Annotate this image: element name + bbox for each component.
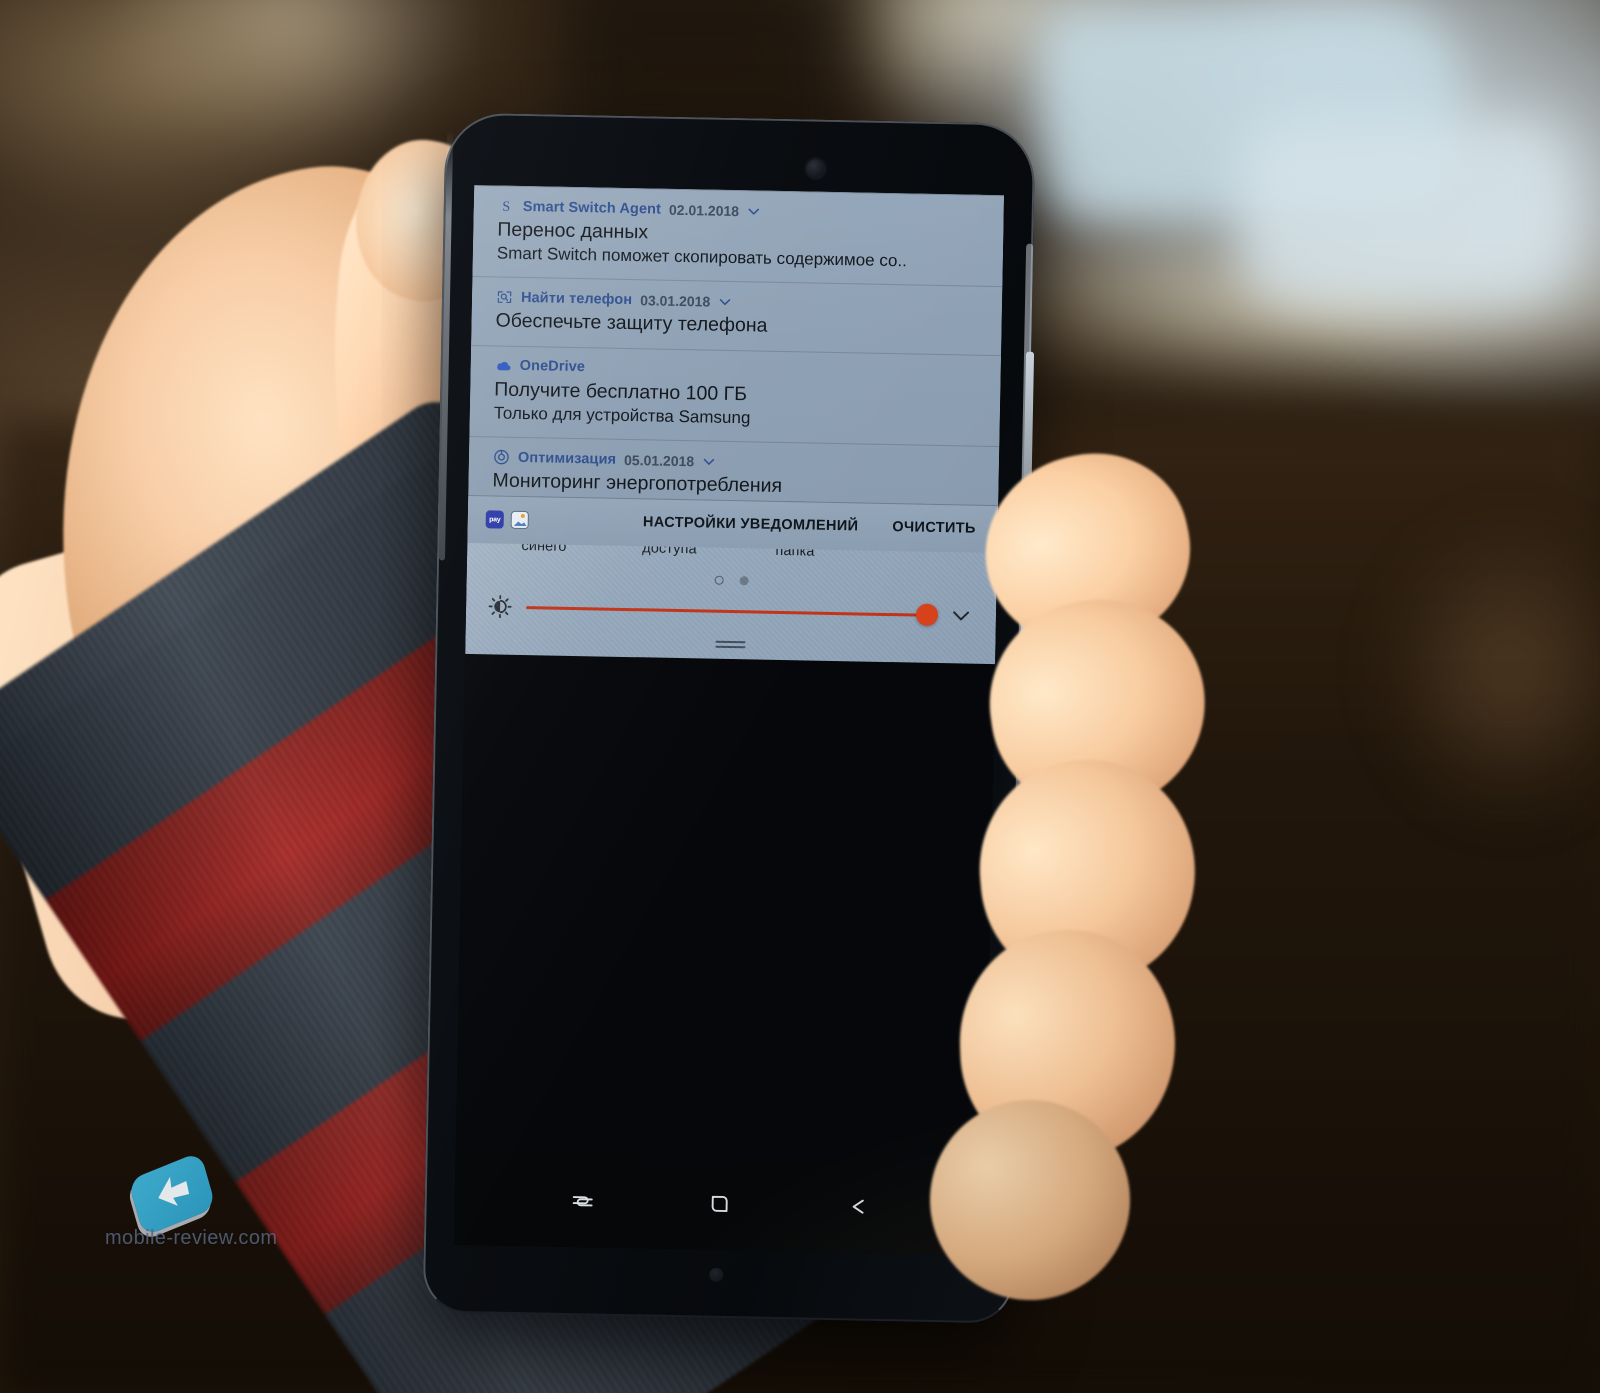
optimization-icon bbox=[493, 449, 510, 466]
phone-device: 2:49 | Сб, 6 января bbox=[422, 112, 1036, 1324]
chevron-down-icon[interactable] bbox=[718, 295, 732, 309]
handle-lines bbox=[715, 640, 746, 652]
notification-action-bar: pay НАСТРОЙКИ УВЕДОМЛЕНИЙ ОЧИСТИТЬ bbox=[467, 494, 999, 553]
background-window-right bbox=[1240, 120, 1570, 300]
navigation-bar bbox=[453, 1152, 986, 1255]
brightness-icon bbox=[488, 594, 512, 619]
notification-item[interactable]: Найти телефон 03.01.2018 Обеспечьте защи… bbox=[471, 276, 1003, 355]
clear-all-button[interactable]: ОЧИСТИТЬ bbox=[892, 519, 976, 537]
page-dot-2[interactable] bbox=[739, 576, 749, 586]
find-phone-icon bbox=[496, 289, 513, 306]
notification-date: 05.01.2018 bbox=[623, 451, 695, 470]
onedrive-icon bbox=[495, 357, 512, 374]
notification-item[interactable]: OneDrive Получите бесплатно 100 ГБ Тольк… bbox=[469, 344, 1002, 447]
phone-screen: 2:49 | Сб, 6 января bbox=[453, 185, 1005, 1255]
gallery-icon[interactable] bbox=[510, 510, 529, 530]
smart-switch-icon: S bbox=[498, 197, 515, 215]
notification-title: Обеспечьте защиту телефона bbox=[495, 309, 768, 338]
back-icon[interactable] bbox=[839, 1189, 874, 1224]
chevron-down-icon[interactable] bbox=[747, 204, 761, 218]
svg-text:S: S bbox=[502, 199, 510, 215]
chevron-down-icon[interactable] bbox=[950, 604, 972, 626]
notification-app-name: Найти телефон bbox=[520, 289, 633, 309]
watermark: mobile-review.com bbox=[105, 1151, 335, 1285]
photo-scene: 2:49 | Сб, 6 января bbox=[0, 0, 1600, 1393]
notification-settings-button[interactable]: НАСТРОЙКИ УВЕДОМЛЕНИЙ bbox=[643, 515, 859, 535]
chevron-down-icon[interactable] bbox=[702, 454, 716, 468]
silent-app-icons: pay bbox=[485, 510, 529, 530]
notification-app-name: OneDrive bbox=[519, 358, 586, 376]
notification-date: 02.01.2018 bbox=[668, 201, 740, 219]
notification-item[interactable]: S Smart Switch Agent 02.01.2018 Перенос … bbox=[472, 185, 1005, 287]
watermark-text: mobile-review.com bbox=[105, 1227, 278, 1249]
samsung-pay-icon[interactable]: pay bbox=[485, 510, 504, 529]
notification-date: 03.01.2018 bbox=[640, 292, 711, 310]
actions-spacer bbox=[529, 520, 643, 522]
notification-list: S Smart Switch Agent 02.01.2018 Перенос … bbox=[468, 185, 1005, 505]
home-icon[interactable] bbox=[702, 1187, 737, 1222]
background-glow bbox=[1380, 520, 1600, 820]
notification-item[interactable]: Оптимизация 05.01.2018 Мониторинг энерго… bbox=[468, 436, 1000, 505]
brightness-slider[interactable] bbox=[526, 603, 939, 627]
notification-app-name: Smart Switch Agent bbox=[522, 198, 662, 218]
brightness-slider-thumb[interactable] bbox=[915, 603, 939, 627]
notification-app-name: Оптимизация bbox=[517, 449, 617, 468]
page-dot-1[interactable] bbox=[714, 575, 724, 585]
recents-icon[interactable] bbox=[566, 1184, 601, 1219]
